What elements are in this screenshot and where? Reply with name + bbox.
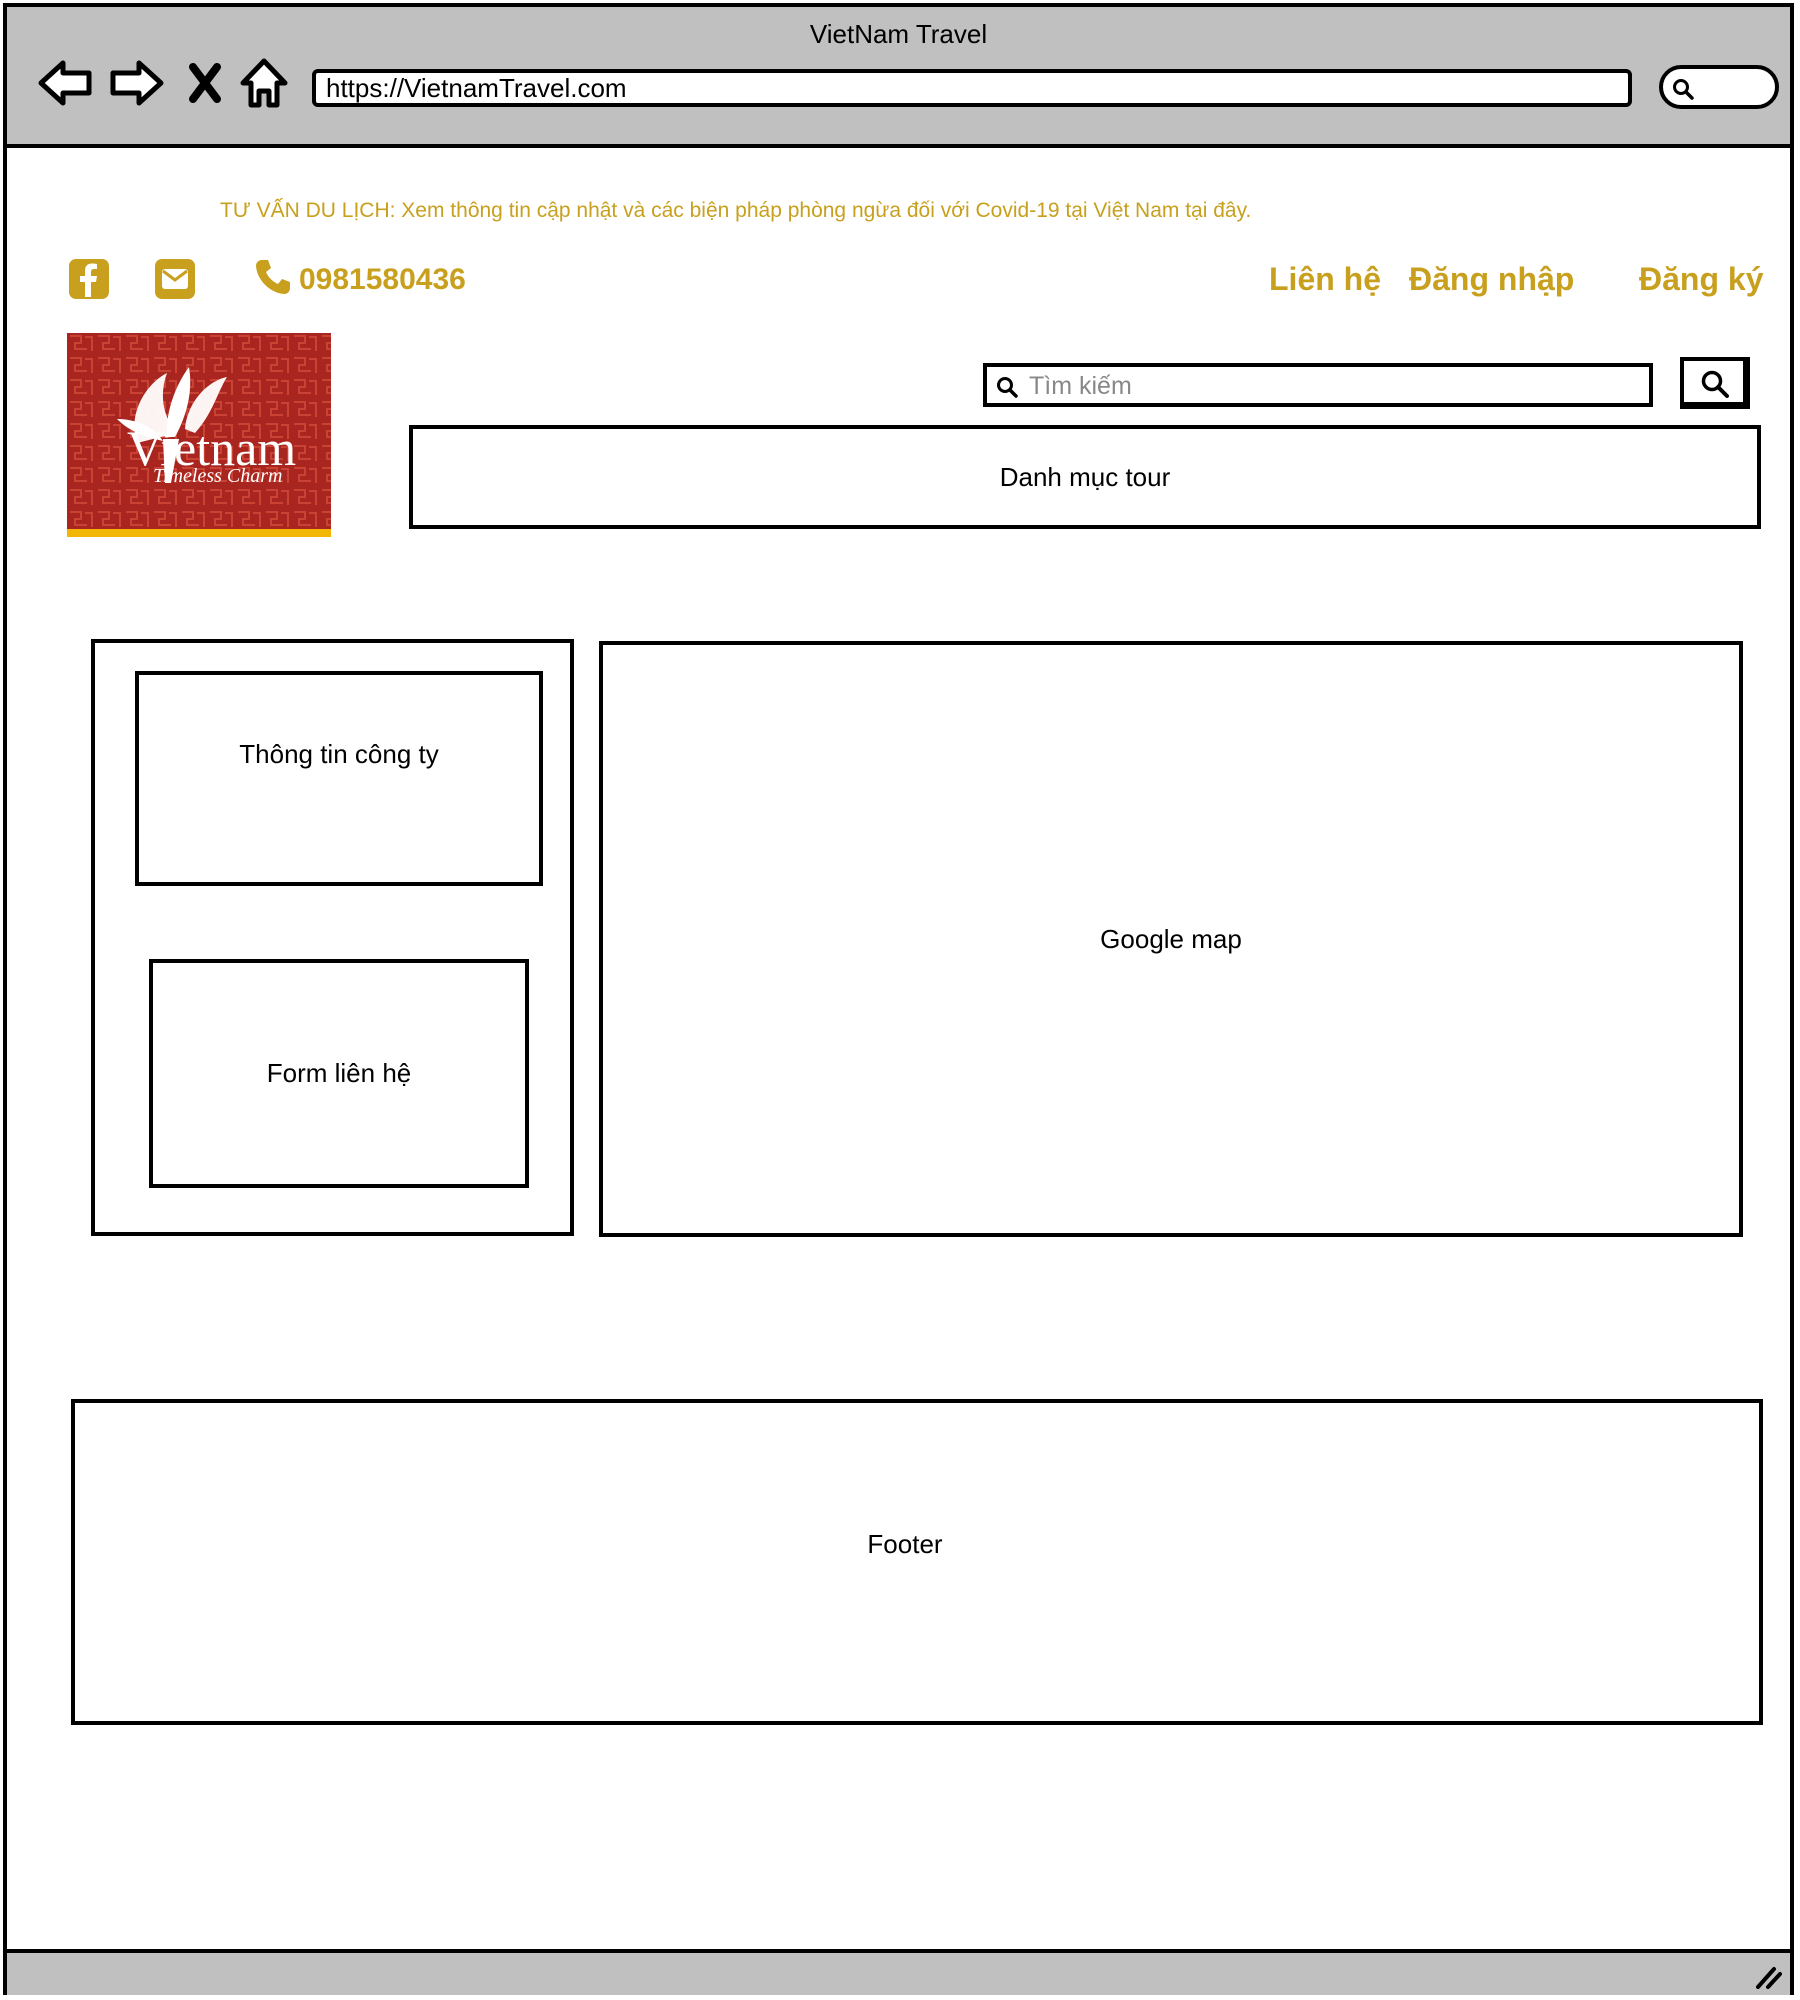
close-x-icon[interactable] <box>185 55 225 111</box>
company-info-panel: Thông tin công ty <box>135 671 543 886</box>
search-icon <box>1673 79 1694 100</box>
logo-stripe <box>67 529 331 537</box>
logo-tagline: Timeless Charm <box>153 465 283 487</box>
tour-catalog-menu[interactable]: Danh mục tour <box>409 425 1761 529</box>
window-title: VietNam Travel <box>809 19 988 49</box>
contact-form-panel[interactable]: Form liên hệ <box>149 959 529 1188</box>
contact-form-label: Form liên hệ <box>266 1058 412 1088</box>
facebook-icon[interactable] <box>67 257 111 301</box>
company-info-label: Thông tin công ty <box>239 739 439 769</box>
login-link[interactable]: Đăng nhập <box>1409 261 1574 298</box>
register-link[interactable]: Đăng ký <box>1639 261 1763 298</box>
home-icon[interactable] <box>239 55 289 111</box>
phone-number[interactable]: 0981580436 <box>299 263 466 297</box>
status-bar <box>7 1949 1790 1995</box>
address-bar[interactable]: https://VietnamTravel.com <box>312 69 1632 107</box>
footer-label: Footer <box>867 1528 943 1559</box>
search-icon <box>1701 370 1729 398</box>
phone-icon <box>253 257 293 297</box>
resize-grip-icon[interactable] <box>1754 1963 1782 1989</box>
search-icon <box>997 377 1018 398</box>
browser-toolbar: VietNam Travel https://VietnamTravel.com <box>7 7 1790 148</box>
vietnam-logo[interactable]: Vietnam Timeless Charm <box>67 333 331 537</box>
contact-link[interactable]: Liên hệ <box>1269 261 1381 298</box>
travel-advisory-banner[interactable]: TƯ VẤN DU LỊCH: Xem thông tin cập nhật v… <box>220 199 1251 223</box>
forward-arrow-icon[interactable] <box>107 55 167 111</box>
search-button[interactable] <box>1680 357 1750 409</box>
search-field[interactable] <box>983 363 1653 407</box>
email-icon[interactable] <box>153 257 197 301</box>
browser-search-box[interactable] <box>1659 65 1779 109</box>
tour-catalog-label: Danh mục tour <box>999 461 1171 492</box>
back-arrow-icon[interactable] <box>35 55 95 111</box>
search-input[interactable] <box>1027 369 1631 403</box>
google-map-panel[interactable]: Google map <box>599 641 1743 1237</box>
browser-window: VietNam Travel https://VietnamTravel.com… <box>3 3 1794 1995</box>
footer: Footer <box>71 1399 1763 1725</box>
google-map-label: Google map <box>1100 923 1242 954</box>
